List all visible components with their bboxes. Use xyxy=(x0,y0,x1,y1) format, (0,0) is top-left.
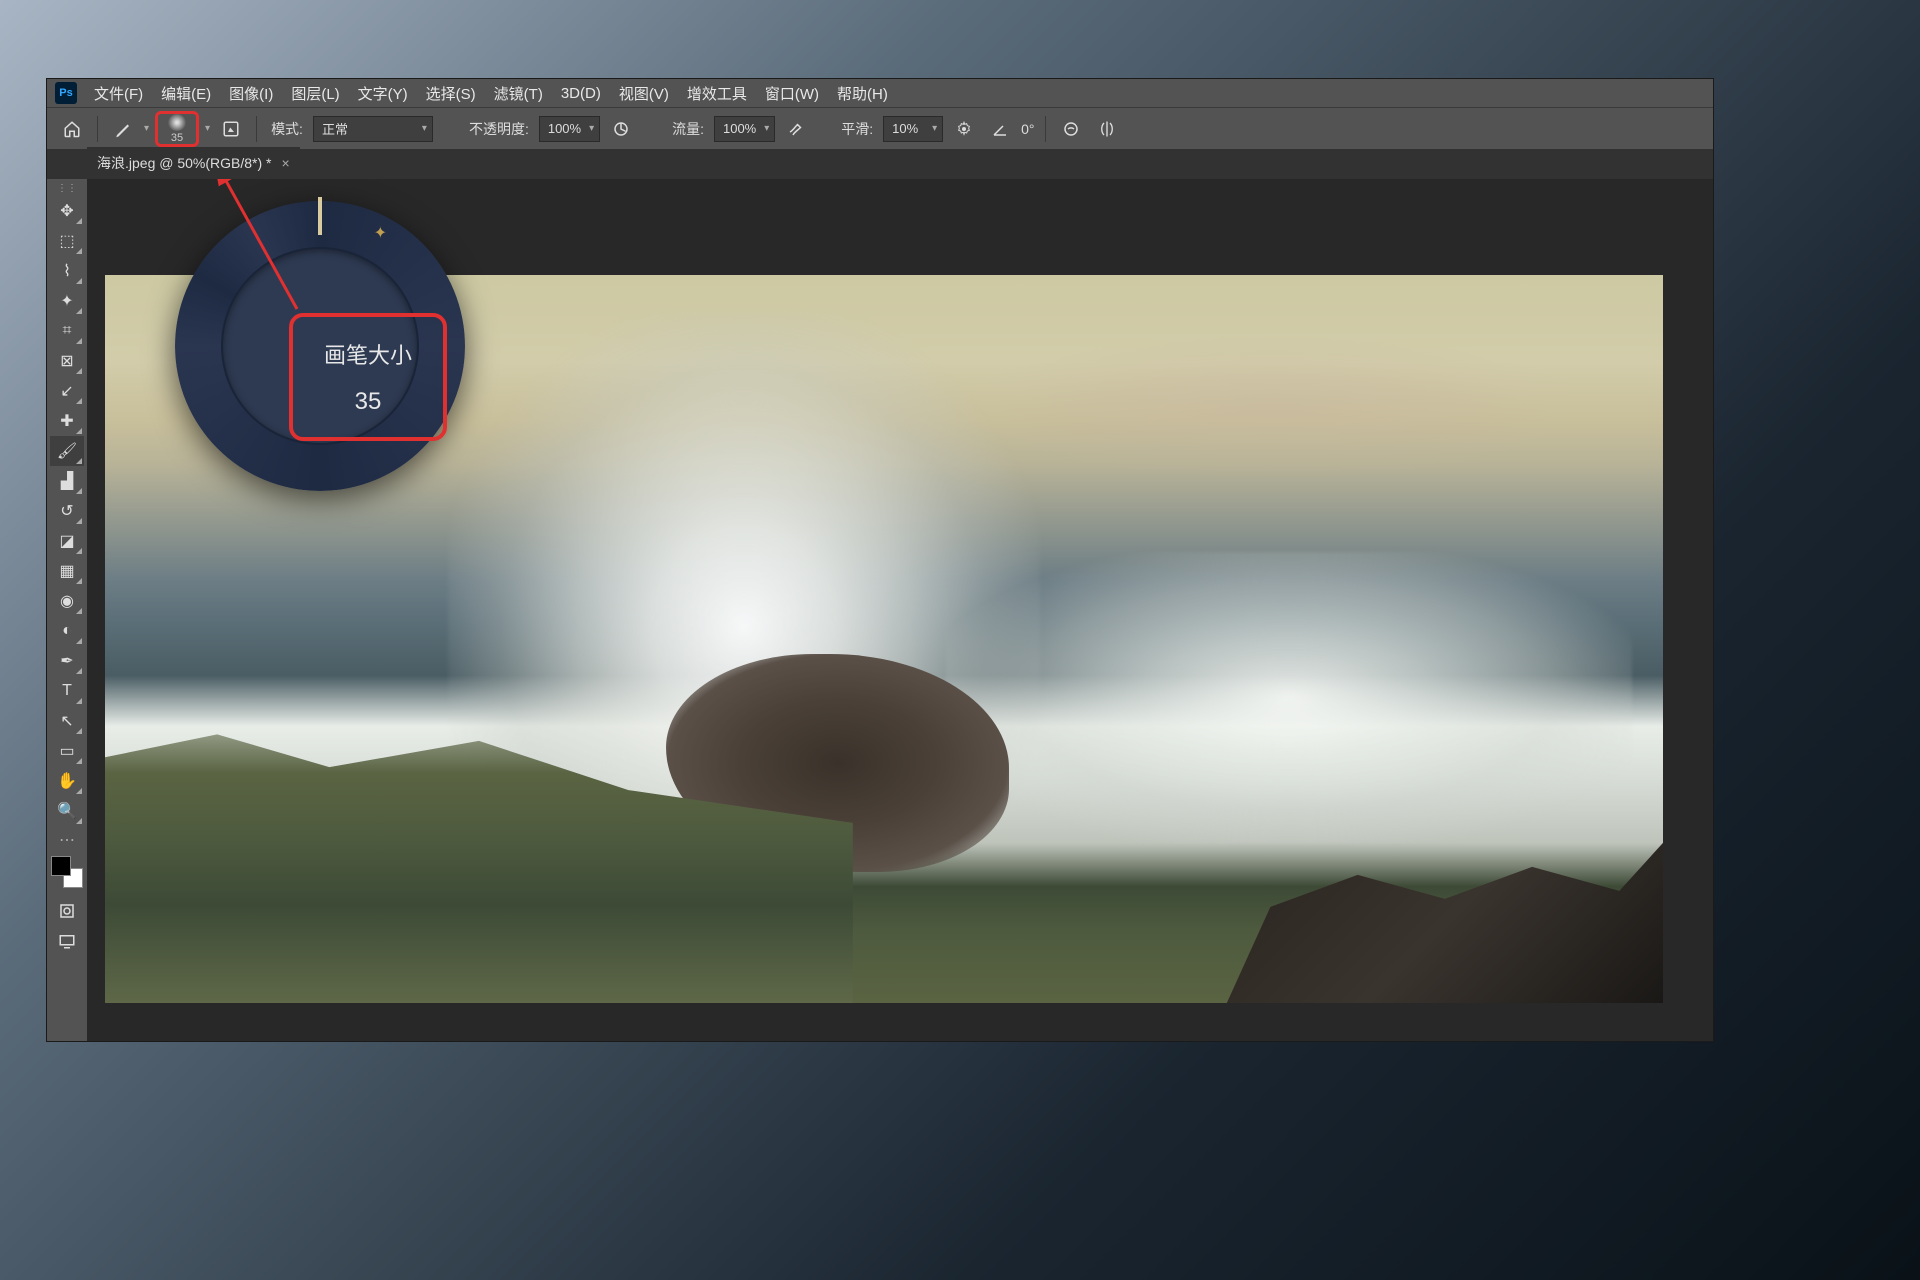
more-tools-icon[interactable]: ⋯ xyxy=(59,830,75,850)
menu-item[interactable]: 文字(Y) xyxy=(349,83,417,104)
document-tabstrip: 海浪.jpeg @ 50%(RGB/8*) * × xyxy=(47,149,1713,179)
chevron-down-icon[interactable]: ▾ xyxy=(205,123,210,134)
image-content xyxy=(946,552,1632,843)
frame-tool[interactable]: ⊠ xyxy=(50,346,84,376)
menu-item[interactable]: 帮助(H) xyxy=(828,83,897,104)
canvas-area[interactable]: ✦ 画笔大小 35 xyxy=(87,179,1713,1041)
brush-hud-wheel[interactable]: ✦ 画笔大小 35 xyxy=(175,201,465,491)
brush-tool[interactable]: 🖌 xyxy=(50,436,84,466)
blend-mode-dropdown[interactable]: 正常 xyxy=(313,116,433,142)
toolbar-grip-icon[interactable]: ⋮⋮ xyxy=(57,183,77,194)
pressure-size-icon[interactable] xyxy=(1056,114,1086,144)
menu-item[interactable]: 图层(L) xyxy=(282,83,348,104)
hud-label: 画笔大小 xyxy=(324,338,412,370)
home-button[interactable] xyxy=(57,114,87,144)
angle-icon[interactable] xyxy=(985,114,1015,144)
type-tool[interactable]: T xyxy=(50,676,84,706)
document-tab[interactable]: 海浪.jpeg @ 50%(RGB/8*) * × xyxy=(87,147,300,179)
flow-label: 流量: xyxy=(672,119,704,139)
lasso-tool[interactable]: ⌇ xyxy=(50,256,84,286)
mode-label: 模式: xyxy=(271,119,303,139)
path-select-tool[interactable]: ↖ xyxy=(50,706,84,736)
chevron-down-icon[interactable]: ▾ xyxy=(144,123,149,134)
eyedropper-tool[interactable]: ↙ xyxy=(50,376,84,406)
smoothing-gear-icon[interactable] xyxy=(949,114,979,144)
brush-size-value: 35 xyxy=(171,132,183,144)
pen-tool[interactable]: ✒ xyxy=(50,646,84,676)
healing-tool[interactable]: ✚ xyxy=(50,406,84,436)
photoshop-window: Ps 文件(F)编辑(E)图像(I)图层(L)文字(Y)选择(S)滤镜(T)3D… xyxy=(46,78,1714,1042)
menu-item[interactable]: 图像(I) xyxy=(220,83,282,104)
angle-value[interactable]: 0° xyxy=(1021,121,1034,137)
shape-tool[interactable]: ▭ xyxy=(50,736,84,766)
history-brush-tool[interactable]: ↺ xyxy=(50,496,84,526)
smoothing-dropdown[interactable]: 10% xyxy=(883,116,943,142)
menu-item[interactable]: 增效工具 xyxy=(678,83,756,104)
screen-mode-icon[interactable] xyxy=(52,926,82,956)
opacity-dropdown[interactable]: 100% xyxy=(539,116,600,142)
gradient-tool[interactable]: ▦ xyxy=(50,556,84,586)
brush-panel-toggle[interactable] xyxy=(216,114,246,144)
work-area: ⋮⋮ ✥⬚⌇✦⌗⊠↙✚🖌▟↺◪▦◉◐✒T↖▭✋🔍 ⋯ xyxy=(47,179,1713,1041)
divider xyxy=(256,116,257,142)
smoothing-label: 平滑: xyxy=(841,119,873,139)
image-content xyxy=(962,333,1585,479)
menu-item[interactable]: 滤镜(T) xyxy=(485,83,552,104)
move-tool[interactable]: ✥ xyxy=(50,196,84,226)
opacity-label: 不透明度: xyxy=(469,119,529,139)
flow-dropdown[interactable]: 100% xyxy=(714,116,775,142)
hud-tick-icon xyxy=(318,197,322,235)
options-bar: ▾ 35 ▾ 模式: 正常 不透明度: 100% 流量: 100% 平滑: 10… xyxy=(47,107,1713,149)
image-content xyxy=(1227,843,1663,1003)
hud-value: 35 xyxy=(355,388,382,416)
plus-icon: ✦ xyxy=(374,223,387,243)
blur-tool[interactable]: ◉ xyxy=(50,586,84,616)
divider xyxy=(1045,116,1046,142)
menu-item[interactable]: 窗口(W) xyxy=(756,83,828,104)
menu-bar: Ps 文件(F)编辑(E)图像(I)图层(L)文字(Y)选择(S)滤镜(T)3D… xyxy=(47,79,1713,107)
color-swatch[interactable] xyxy=(51,856,83,888)
marquee-tool[interactable]: ⬚ xyxy=(50,226,84,256)
brush-preset-picker[interactable]: 35 xyxy=(155,111,199,147)
menu-item[interactable]: 选择(S) xyxy=(417,83,485,104)
hand-tool[interactable]: ✋ xyxy=(50,766,84,796)
menu-item[interactable]: 3D(D) xyxy=(552,85,610,102)
quick-mask-icon[interactable] xyxy=(52,896,82,926)
crop-tool[interactable]: ⌗ xyxy=(50,316,84,346)
quick-select-tool[interactable]: ✦ xyxy=(50,286,84,316)
eraser-tool[interactable]: ◪ xyxy=(50,526,84,556)
stamp-tool[interactable]: ▟ xyxy=(50,466,84,496)
zoom-tool[interactable]: 🔍 xyxy=(50,796,84,826)
hud-readout: 画笔大小 35 xyxy=(289,313,447,441)
tab-title: 海浪.jpeg @ 50%(RGB/8*) * xyxy=(97,153,272,173)
menu-item[interactable]: 文件(F) xyxy=(85,83,152,104)
close-icon[interactable]: × xyxy=(282,155,290,171)
symmetry-icon[interactable] xyxy=(1092,114,1122,144)
opacity-pressure-icon[interactable] xyxy=(606,114,636,144)
divider xyxy=(97,116,98,142)
brush-preview-icon xyxy=(168,114,186,131)
airbrush-icon[interactable] xyxy=(781,114,811,144)
tools-panel: ⋮⋮ ✥⬚⌇✦⌗⊠↙✚🖌▟↺◪▦◉◐✒T↖▭✋🔍 ⋯ xyxy=(47,179,87,1041)
app-logo: Ps xyxy=(55,82,77,104)
foreground-color[interactable] xyxy=(51,856,71,876)
tool-preset-icon[interactable] xyxy=(108,114,138,144)
menu-item[interactable]: 编辑(E) xyxy=(152,83,220,104)
menu-item[interactable]: 视图(V) xyxy=(610,83,678,104)
dodge-tool[interactable]: ◐ xyxy=(50,616,84,646)
